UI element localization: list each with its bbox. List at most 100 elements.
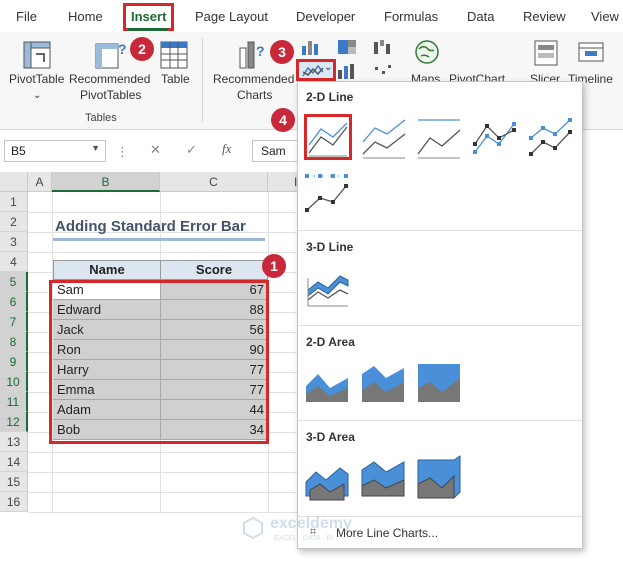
table-icon[interactable]: [159, 40, 189, 70]
timeline-icon[interactable]: [576, 38, 606, 68]
section-2d-line: 2-D Line: [306, 90, 354, 104]
menu-bar: File Home Insert Page Layout Developer F…: [0, 0, 623, 32]
stacked-line-markers-chart-icon: [529, 118, 572, 156]
chart-stacked-line-markers-thumb[interactable]: [528, 116, 576, 162]
recommended-charts-label-2[interactable]: Charts: [237, 88, 272, 103]
more-icon: ⋮: [116, 144, 129, 159]
row-header[interactable]: 1: [0, 192, 28, 212]
line-chart-dropdown: 2-D Line 3-D Line 2-D Area 3-D Area ⌗ Mo…: [297, 81, 583, 549]
col-header-b[interactable]: B: [52, 172, 160, 192]
chart-3d-area-thumb[interactable]: [304, 454, 352, 501]
chart-100-stacked-line-thumb[interactable]: [416, 116, 464, 162]
col-header-d[interactable]: I: [268, 172, 298, 192]
chart-3d-100-stacked-area-thumb[interactable]: [416, 454, 464, 500]
row-header[interactable]: 8: [0, 332, 28, 352]
svg-text:?: ?: [118, 41, 127, 57]
row-header[interactable]: 7: [0, 312, 28, 332]
gridline: [28, 512, 298, 513]
recommended-pivot-label-2[interactable]: PivotTables: [80, 88, 141, 103]
fx-icon[interactable]: fx: [222, 141, 231, 157]
area-chart-icon: [306, 374, 348, 402]
row-header[interactable]: 14: [0, 452, 28, 472]
statistic-chart-icon[interactable]: [336, 62, 362, 80]
tab-page-layout[interactable]: Page Layout: [195, 9, 268, 24]
recommended-pivot-label-1[interactable]: Recommended: [69, 72, 150, 87]
active-tab-underline: [128, 28, 168, 31]
title-underline: [53, 238, 265, 241]
step-badge-2: 2: [130, 37, 154, 61]
tab-home[interactable]: Home: [68, 9, 103, 24]
scatter-chart-icon[interactable]: [372, 62, 398, 80]
row-header[interactable]: 15: [0, 472, 28, 492]
column-chart-icon[interactable]: [299, 38, 325, 56]
tab-review[interactable]: Review: [523, 9, 566, 24]
tab-file[interactable]: File: [16, 9, 37, 24]
table-label[interactable]: Table: [161, 72, 190, 87]
recommended-pivot-icon[interactable]: ?: [94, 38, 128, 70]
chart-3d-line-thumb[interactable]: [304, 264, 352, 310]
svg-text:?: ?: [256, 43, 265, 59]
col-header-a[interactable]: A: [28, 172, 52, 192]
row-header[interactable]: 16: [0, 492, 28, 512]
row-header[interactable]: 9: [0, 352, 28, 372]
tab-developer[interactable]: Developer: [296, 9, 355, 24]
section-divider: [298, 230, 582, 231]
chart-2d-line-thumb[interactable]: [304, 114, 352, 160]
pivot-table-label[interactable]: PivotTable: [9, 72, 64, 87]
enter-icon[interactable]: ✓: [186, 142, 197, 158]
line-chart-icon: [308, 122, 348, 157]
step-badge-3: 3: [270, 40, 294, 64]
section-2d-area: 2-D Area: [306, 335, 355, 349]
formula-value: Sam: [261, 144, 286, 158]
slicer-icon[interactable]: [531, 38, 561, 68]
tab-formulas[interactable]: Formulas: [384, 9, 438, 24]
row-header[interactable]: 4: [0, 252, 28, 272]
waterfall-chart-icon[interactable]: [372, 38, 398, 56]
gridline: [28, 452, 298, 453]
row-header[interactable]: 11: [0, 392, 28, 412]
recommended-charts-label-1[interactable]: Recommended: [213, 72, 294, 87]
col-header-c[interactable]: C: [160, 172, 268, 192]
percent-stacked-area-chart-icon: [418, 364, 460, 402]
gridline: [28, 252, 298, 253]
tab-view[interactable]: View: [591, 9, 619, 24]
row-header[interactable]: 6: [0, 292, 28, 312]
watermark-tagline: EXCEL · DATA · BI: [274, 535, 333, 542]
row-header[interactable]: 13: [0, 432, 28, 452]
header-score[interactable]: Score: [160, 260, 268, 280]
chart-stacked-line-thumb[interactable]: [361, 116, 409, 162]
data-selection-highlight: [49, 280, 269, 444]
name-box-value: B5: [11, 144, 26, 158]
chart-3d-stacked-area-thumb[interactable]: [360, 454, 408, 500]
chart-2d-area-thumb[interactable]: [304, 360, 352, 406]
ribbon-separator: [202, 38, 203, 122]
watermark-name: exceldemy: [270, 515, 352, 532]
row-header[interactable]: 12: [0, 412, 28, 432]
percent-stacked-line-chart-icon: [417, 119, 461, 159]
row-header[interactable]: 5: [0, 272, 28, 292]
line-markers-chart-icon: [473, 122, 516, 154]
row-header[interactable]: 3: [0, 232, 28, 252]
gridline: [28, 472, 298, 473]
section-divider: [298, 420, 582, 421]
line-chart-button[interactable]: ⌄: [296, 59, 336, 81]
header-name[interactable]: Name: [53, 260, 161, 280]
row-header[interactable]: 2: [0, 212, 28, 232]
pivot-table-icon[interactable]: [22, 40, 52, 70]
chart-100-stacked-markers-thumb[interactable]: [304, 170, 352, 216]
chart-100-stacked-area-thumb[interactable]: [416, 360, 464, 406]
row-header[interactable]: 10: [0, 372, 28, 392]
select-all-corner[interactable]: [0, 172, 28, 192]
maps-icon[interactable]: [413, 38, 441, 66]
name-box[interactable]: B5 ▼: [4, 140, 106, 162]
step-badge-1: 1: [262, 254, 286, 278]
percent-stacked-markers-chart-icon: [305, 174, 348, 212]
excel-window: File Home Insert Page Layout Developer F…: [0, 0, 623, 562]
chevron-down-icon[interactable]: ⌄: [33, 88, 41, 103]
chart-stacked-area-thumb[interactable]: [360, 360, 408, 406]
cancel-icon[interactable]: ✕: [150, 142, 161, 158]
recommended-charts-icon[interactable]: ?: [236, 38, 270, 70]
chart-line-markers-thumb[interactable]: [472, 116, 520, 162]
hierarchy-chart-icon[interactable]: [336, 38, 362, 56]
tab-data[interactable]: Data: [467, 9, 494, 24]
